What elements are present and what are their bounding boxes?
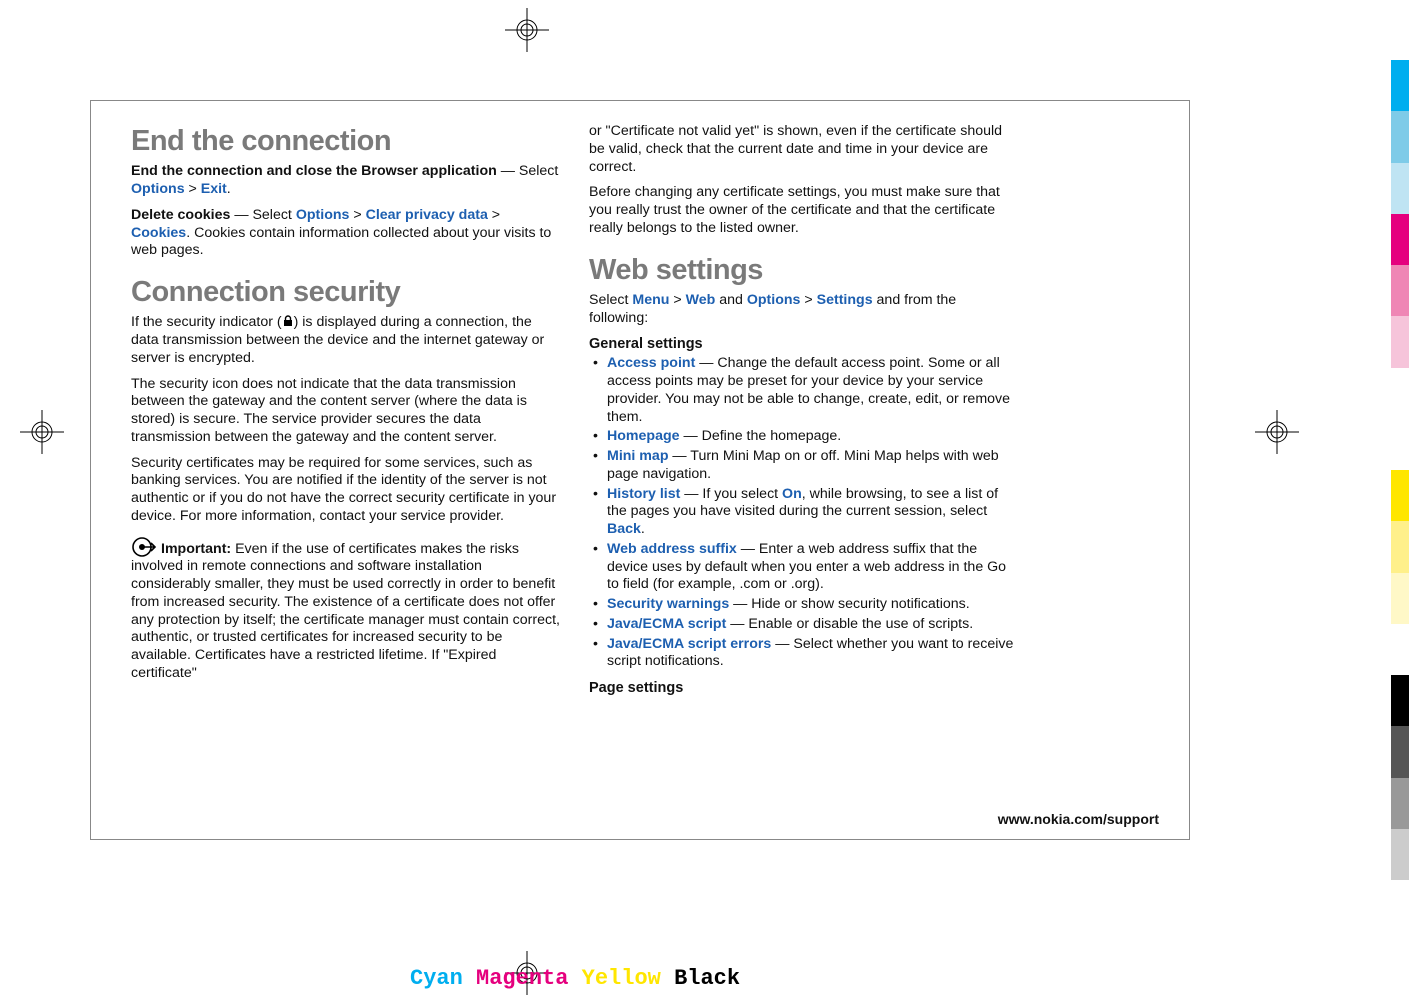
kw-history-list: History list [607, 486, 680, 502]
li-history-list: History list — If you select On, while b… [589, 486, 1019, 539]
color-swatch [1391, 829, 1409, 880]
para-important: Important: Even if the use of certificat… [131, 536, 561, 683]
para-security-certificates: Security certificates may be required fo… [131, 455, 561, 526]
registration-mark-icon [20, 410, 64, 454]
t: Select [589, 292, 632, 308]
kw-back: Back [607, 521, 641, 537]
text: . [227, 181, 231, 197]
registration-mark-icon [505, 8, 549, 52]
text: > [488, 207, 500, 223]
kw-mini-map: Mini map [607, 448, 668, 464]
text: — Select [497, 163, 559, 179]
kw-homepage: Homepage [607, 428, 680, 444]
li-security-warnings: Security warnings — Hide or show securit… [589, 596, 1019, 614]
para-before-changing: Before changing any certificate settings… [589, 184, 1019, 237]
para-end-connection: End the connection and close the Browser… [131, 163, 561, 199]
color-swatch [1391, 163, 1409, 214]
general-settings-list: Access point — Change the default access… [589, 355, 1019, 671]
color-swatch [1391, 368, 1409, 419]
para-security-icon-note: The security icon does not indicate that… [131, 376, 561, 447]
subheading-page-settings: Page settings [589, 679, 1019, 697]
t: > [669, 292, 685, 308]
important-text: Even if the use of certificates makes th… [131, 541, 560, 681]
kw-web: Web [686, 292, 716, 308]
t: and [715, 292, 747, 308]
t: — Hide or show security notifications. [729, 596, 970, 612]
text: . Cookies contain information collected … [131, 225, 551, 259]
color-swatch [1391, 265, 1409, 316]
color-swatch [1391, 573, 1409, 624]
kw-settings: Settings [817, 292, 873, 308]
cmyk-label: Cyan Magenta Yellow Black [410, 966, 740, 991]
kw-cookies: Cookies [131, 225, 186, 241]
kw-menu: Menu [632, 292, 669, 308]
color-swatch [1391, 60, 1409, 111]
kw-access-point: Access point [607, 355, 695, 371]
t: — Enable or disable the use of scripts. [726, 616, 973, 632]
bold-delete-cookies: Delete cookies [131, 207, 230, 223]
heading-connection-security: Connection security [131, 274, 561, 310]
kw-exit: Exit [201, 181, 227, 197]
subheading-general-settings: General settings [589, 335, 1019, 353]
black-label: Black [674, 966, 740, 991]
color-swatch [1391, 778, 1409, 829]
print-color-bar [1391, 60, 1409, 880]
heading-web-settings: Web settings [589, 252, 1019, 288]
t: . [641, 521, 645, 537]
li-access-point: Access point — Change the default access… [589, 355, 1019, 426]
li-java-ecma-script: Java/ECMA script — Enable or disable the… [589, 616, 1019, 634]
color-swatch [1391, 214, 1409, 265]
important-icon [131, 536, 159, 558]
kw-web-address-suffix: Web address suffix [607, 541, 737, 557]
t: > [800, 292, 816, 308]
text: If the security indicator ( [131, 314, 282, 330]
para-security-indicator: If the security indicator () is displaye… [131, 314, 561, 367]
color-swatch [1391, 521, 1409, 572]
para-select-path: Select Menu > Web and Options > Settings… [589, 292, 1019, 328]
color-swatch [1391, 624, 1409, 675]
li-web-address-suffix: Web address suffix — Enter a web address… [589, 541, 1019, 594]
t: — If you select [680, 486, 782, 502]
color-swatch [1391, 316, 1409, 367]
heading-end-connection: End the connection [131, 123, 561, 159]
bold-end-connection: End the connection and close the Browser… [131, 163, 497, 179]
left-column: End the connection End the connection an… [131, 123, 561, 699]
color-swatch [1391, 470, 1409, 521]
li-homepage: Homepage — Define the homepage. [589, 428, 1019, 446]
text: — Select [230, 207, 295, 223]
color-swatch [1391, 726, 1409, 777]
t: — Define the homepage. [680, 428, 842, 444]
registration-mark-icon [1255, 410, 1299, 454]
important-label: Important: [161, 541, 231, 557]
kw-java-ecma-script-errors: Java/ECMA script errors [607, 636, 771, 652]
kw-options: Options [747, 292, 801, 308]
right-column: or "Certificate not valid yet" is shown,… [589, 123, 1019, 699]
text: > [349, 207, 365, 223]
magenta-label: Magenta [476, 966, 568, 991]
kw-options: Options [296, 207, 350, 223]
yellow-label: Yellow [582, 966, 661, 991]
li-java-ecma-script-errors: Java/ECMA script errors — Select whether… [589, 636, 1019, 672]
color-swatch [1391, 111, 1409, 162]
manual-page: End the connection End the connection an… [90, 100, 1190, 840]
color-swatch [1391, 675, 1409, 726]
li-mini-map: Mini map — Turn Mini Map on or off. Mini… [589, 448, 1019, 484]
text: > [185, 181, 201, 197]
kw-options: Options [131, 181, 185, 197]
footer-url: www.nokia.com/support [998, 811, 1159, 827]
kw-on: On [782, 486, 802, 502]
two-column-layout: End the connection End the connection an… [131, 123, 1159, 699]
color-swatch [1391, 419, 1409, 470]
kw-java-ecma-script: Java/ECMA script [607, 616, 726, 632]
kw-clear-privacy-data: Clear privacy data [366, 207, 488, 223]
cyan-label: Cyan [410, 966, 463, 991]
para-delete-cookies: Delete cookies — Select Options > Clear … [131, 207, 561, 260]
lock-icon [282, 315, 294, 327]
kw-security-warnings: Security warnings [607, 596, 729, 612]
para-cert-continued: or "Certificate not valid yet" is shown,… [589, 123, 1019, 176]
